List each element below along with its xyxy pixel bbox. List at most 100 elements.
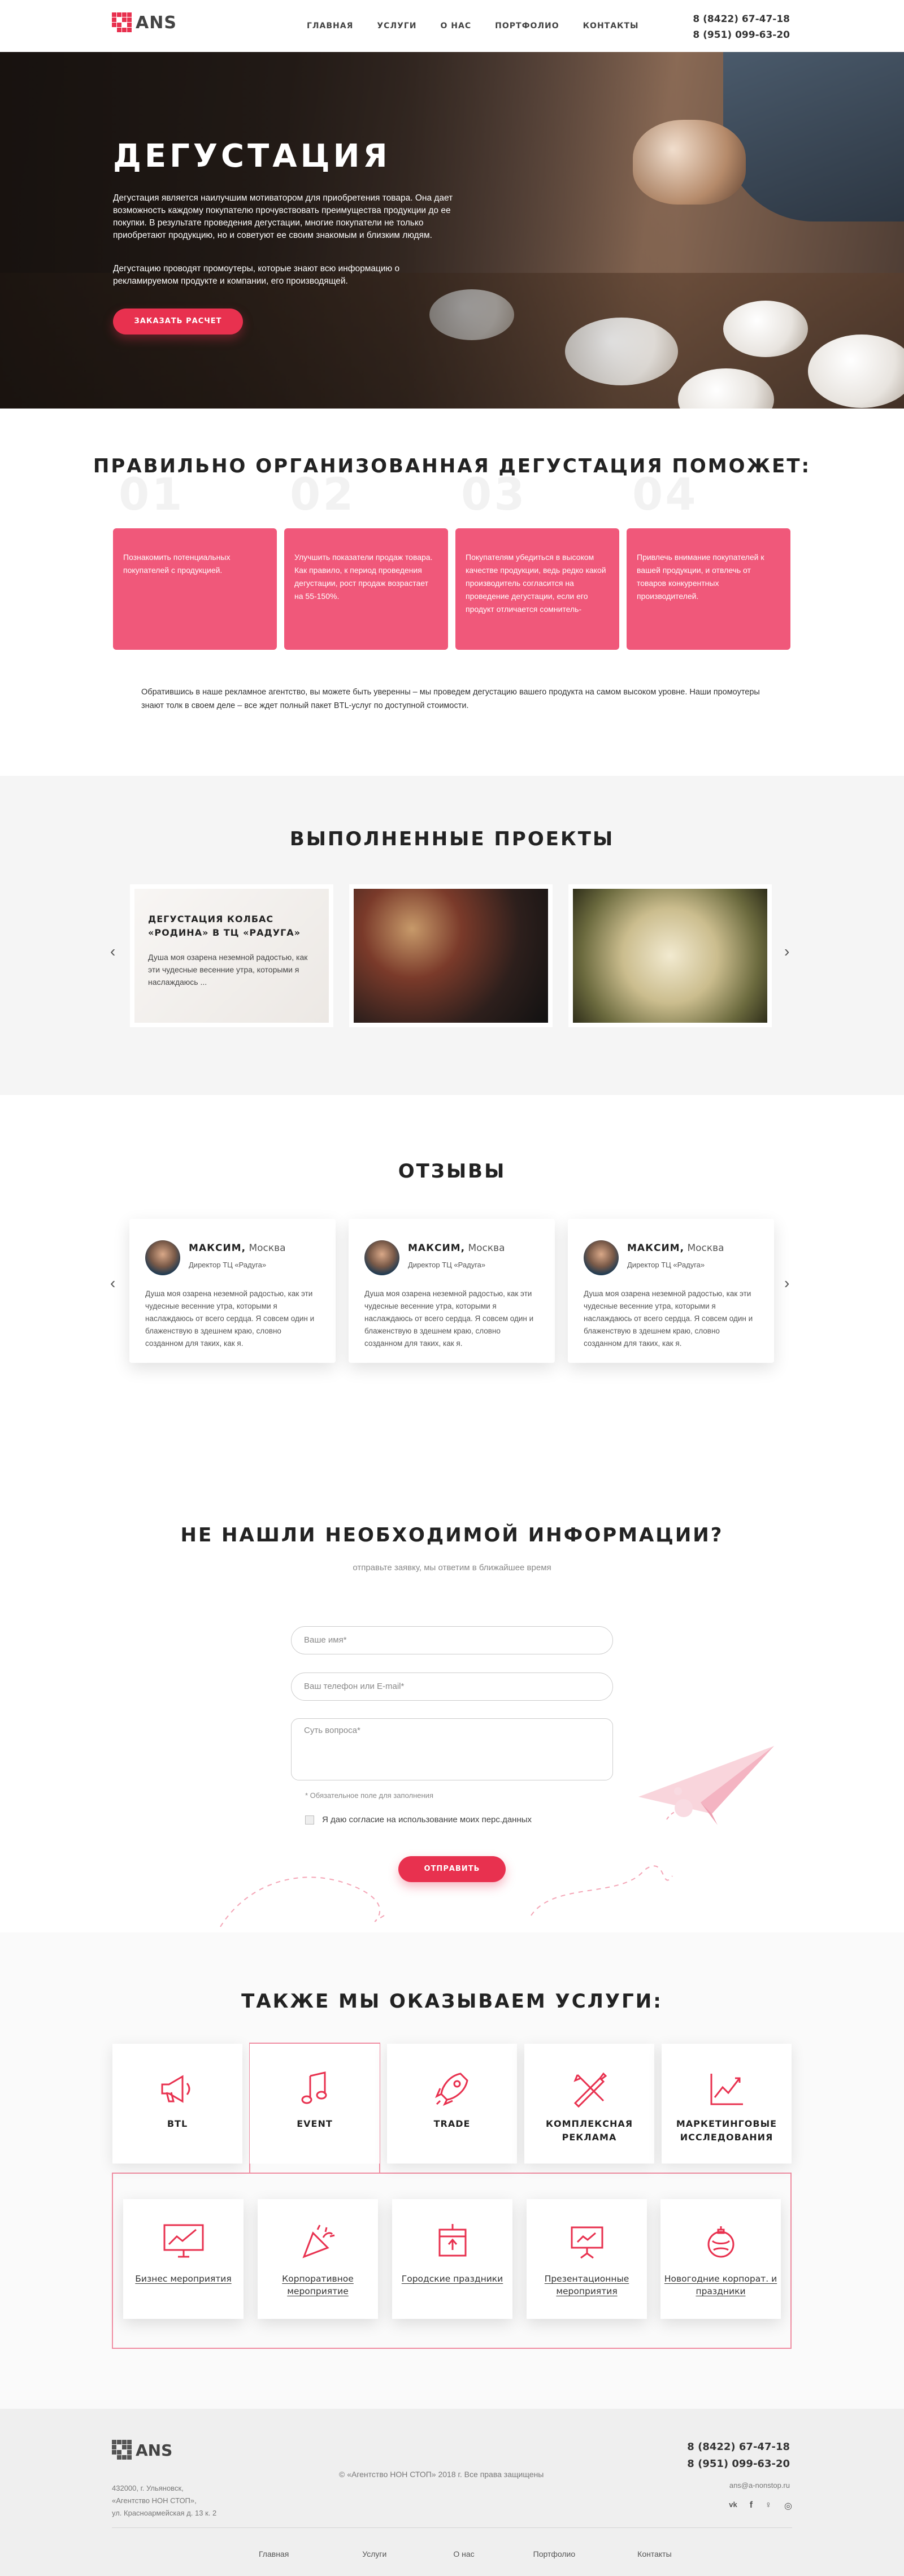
nav-portfolio[interactable]: ПОРТФОЛИО: [495, 21, 559, 31]
social-links: vk f ♀ ◎: [729, 2500, 792, 2512]
nav-services[interactable]: УСЛУГИ: [377, 21, 416, 31]
event-new-year[interactable]: Новогодние корпорат. и праздники: [660, 2199, 781, 2319]
event-label: Бизнес мероприятия: [135, 2274, 232, 2284]
question-textarea[interactable]: Суть вопроса*: [291, 1718, 613, 1780]
event-label: Новогодние корпорат. и праздники: [664, 2274, 777, 2296]
instagram-icon[interactable]: ◎: [784, 2500, 792, 2512]
benefit-card: 03 Покупателям убедиться в высоком качес…: [455, 473, 619, 650]
odnoklassniki-icon[interactable]: ♀: [765, 2500, 772, 2512]
name-field[interactable]: Ваше имя*: [291, 1626, 613, 1654]
logo-text: ANS: [136, 12, 177, 33]
footer-nav-services[interactable]: Услуги: [362, 2549, 386, 2558]
music-note-icon: [250, 2066, 380, 2112]
project-cheese-image: [573, 889, 767, 1023]
avatar: [145, 1240, 180, 1275]
city-flag-icon: [392, 2219, 512, 2264]
review-card: МАКСИМ, Москва Директор ТЦ «Радуга» Душа…: [129, 1219, 336, 1363]
reviewer-name: МАКСИМ, Москва: [189, 1243, 286, 1254]
contact-field[interactable]: Ваш телефон или E-mail*: [291, 1673, 613, 1701]
benefit-number: 03: [461, 470, 527, 520]
logo-mark-icon: [112, 2440, 132, 2460]
service-label: BTL: [167, 2118, 188, 2129]
monitor-chart-icon: [123, 2219, 244, 2264]
reviewer-name: МАКСИМ, Москва: [627, 1243, 724, 1254]
footer-nav-contacts[interactable]: Контакты: [637, 2549, 671, 2558]
service-label: EVENT: [297, 2118, 333, 2129]
chart-icon: [662, 2066, 792, 2112]
header-phones: 8 (8422) 67-47-18 8 (951) 099-63-20: [693, 11, 790, 43]
reviewer-role: Директор ТЦ «Радуга»: [189, 1261, 267, 1269]
logo-mark-icon: [112, 12, 132, 33]
footer-nav-portfolio[interactable]: Портфолио: [533, 2549, 576, 2558]
megaphone-icon: [112, 2066, 242, 2112]
reviews-prev-arrow-icon[interactable]: ‹: [110, 1274, 115, 1292]
service-complex-ads[interactable]: КОМПЛЕКСНАЯ РЕКЛАМА: [524, 2044, 654, 2164]
footer-copyright: © «Агентство НОН СТОП» 2018 г. Все права…: [339, 2470, 544, 2479]
footer-phones: 8 (8422) 67-47-18 8 (951) 099-63-20: [687, 2439, 790, 2473]
header-phone-1[interactable]: 8 (8422) 67-47-18: [693, 11, 790, 27]
required-hint: * Обязательное поле для заполнения: [305, 1791, 433, 1800]
services-title: ТАКЖЕ МЫ ОКАЗЫВАЕМ УСЛУГИ:: [241, 1990, 663, 2013]
reviews-next-arrow-icon[interactable]: ›: [784, 1274, 789, 1292]
checkbox-icon[interactable]: [305, 1815, 314, 1825]
reviews-title: ОТЗЫВЫ: [398, 1160, 506, 1183]
reviewer-role: Директор ТЦ «Радуга»: [627, 1261, 705, 1269]
event-label: Презентационные мероприятия: [544, 2274, 629, 2296]
review-card: МАКСИМ, Москва Директор ТЦ «Радуга» Душа…: [349, 1219, 555, 1363]
footer-nav: Главная Услуги О нас Портфолио Контакты: [259, 2549, 672, 2558]
benefit-number: 02: [290, 470, 356, 520]
footer-divider: [112, 2527, 792, 2528]
vk-icon[interactable]: vk: [729, 2500, 737, 2512]
benefits-title: ПРАВИЛЬНО ОРГАНИЗОВАННАЯ ДЕГУСТАЦИЯ ПОМО…: [93, 455, 811, 477]
header-phone-2[interactable]: 8 (951) 099-63-20: [693, 27, 790, 43]
project-wine-image: [354, 889, 548, 1023]
review-text: Душа моя озарена неземной радостью, как …: [145, 1289, 315, 1348]
service-label: МАРКЕТИНГОВЫЕ ИССЛЕДОВАНИЯ: [676, 2118, 777, 2143]
facebook-icon[interactable]: f: [750, 2500, 753, 2512]
order-calc-button[interactable]: ЗАКАЗАТЬ РАСЧЕТ: [113, 309, 243, 335]
benefit-number: 01: [119, 470, 185, 520]
project-card[interactable]: [349, 884, 553, 1027]
event-city-holidays[interactable]: Городские праздники: [392, 2199, 512, 2319]
event-presentation[interactable]: Презентационные мероприятия: [527, 2199, 647, 2319]
header: ANS ГЛАВНАЯ УСЛУГИ О НАС ПОРТФОЛИО КОНТА…: [0, 0, 904, 52]
service-event[interactable]: EVENT: [250, 2044, 380, 2164]
main-nav: ГЛАВНАЯ УСЛУГИ О НАС ПОРТФОЛИО КОНТАКТЫ: [307, 21, 663, 31]
service-label: КОМПЛЕКСНАЯ РЕКЛАМА: [545, 2118, 633, 2143]
rocket-icon: [387, 2066, 517, 2112]
hero: ДЕГУСТАЦИЯ Дегустация является наилучшим…: [0, 52, 904, 409]
review-text: Душа моя озарена неземной радостью, как …: [364, 1289, 534, 1348]
nav-about[interactable]: О НАС: [441, 21, 472, 31]
footer-phone-1[interactable]: 8 (8422) 67-47-18: [687, 2439, 790, 2456]
service-trade[interactable]: TRADE: [387, 2044, 517, 2164]
projects-next-arrow-icon[interactable]: ›: [784, 942, 789, 961]
project-text: Душа моя озарена неземной радостью, как …: [148, 953, 308, 987]
nav-home[interactable]: ГЛАВНАЯ: [307, 21, 353, 31]
footer-nav-home[interactable]: Главная: [259, 2549, 289, 2558]
review-text: Душа моя озарена неземной радостью, как …: [584, 1289, 753, 1348]
event-business[interactable]: Бизнес мероприятия: [123, 2199, 244, 2319]
footer-nav-about[interactable]: О нас: [453, 2549, 474, 2558]
project-card[interactable]: [568, 884, 772, 1027]
event-corporate[interactable]: Корпоративное мероприятие: [258, 2199, 378, 2319]
benefits-note: Обратившись в наше рекламное агентство, …: [141, 688, 760, 710]
logo[interactable]: ANS: [112, 12, 177, 33]
footer-email[interactable]: ans@a-nonstop.ru: [729, 2481, 790, 2490]
nav-contacts[interactable]: КОНТАКТЫ: [583, 21, 639, 31]
footer-logo[interactable]: ANS: [112, 2440, 172, 2460]
submit-button[interactable]: ОТПРАВИТЬ: [398, 1856, 506, 1882]
service-btl[interactable]: BTL: [112, 2044, 242, 2164]
footer-phone-2[interactable]: 8 (951) 099-63-20: [687, 2456, 790, 2473]
service-marketing-research[interactable]: МАРКЕТИНГОВЫЕ ИССЛЕДОВАНИЯ: [662, 2044, 792, 2164]
service-label: TRADE: [433, 2118, 471, 2129]
benefit-text: Покупателям убедиться в высоком качестве…: [466, 553, 606, 614]
benefit-card: 01 Познакомить потенциальных покупателей…: [113, 473, 277, 650]
tools-icon: [524, 2066, 654, 2112]
reviewer-name: МАКСИМ, Москва: [408, 1243, 505, 1254]
footer-address: 432000, г. Ульяновск, «Агентство НОН СТО…: [112, 2484, 217, 2517]
consent-checkbox[interactable]: Я даю согласие на использование моих пер…: [305, 1815, 532, 1825]
ornament-icon: [660, 2219, 781, 2264]
project-card[interactable]: ДЕГУСТАЦИЯ КОЛБАС «РОДИНА» В ТЦ «РАДУГА»…: [130, 884, 333, 1027]
hero-title: ДЕГУСТАЦИЯ: [113, 138, 391, 175]
projects-prev-arrow-icon[interactable]: ‹: [110, 942, 115, 961]
